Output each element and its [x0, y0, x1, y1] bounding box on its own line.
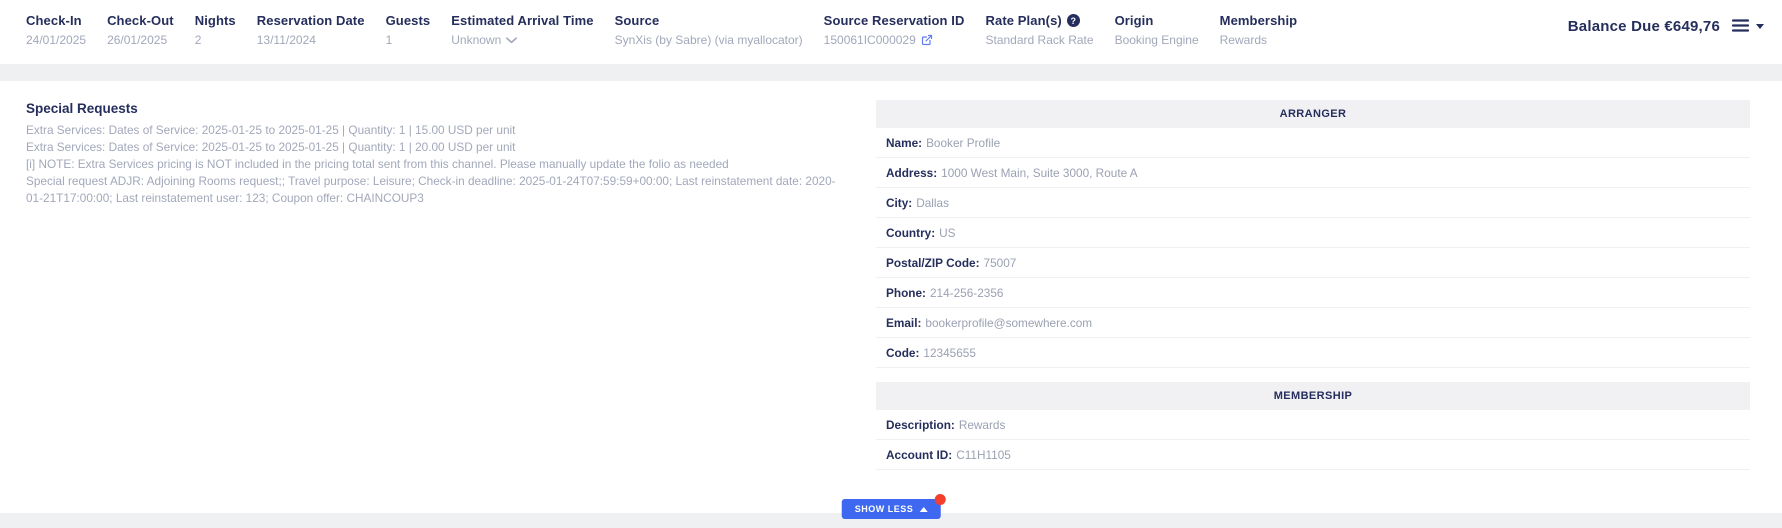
balance-due: Balance Due €649,76	[1568, 18, 1720, 35]
field-value: SynXis (by Sabre) (via myallocator)	[615, 33, 803, 47]
special-requests-section: Special Requests Extra Services: Dates o…	[0, 81, 876, 207]
row-value: 214-256-2356	[930, 286, 1003, 300]
reservation-summary-bar: Check-In 24/01/2025 Check-Out 26/01/2025…	[0, 0, 1782, 64]
reservation-detail-page: Check-In 24/01/2025 Check-Out 26/01/2025…	[0, 0, 1782, 528]
arranger-row-code: Code: 12345655	[876, 338, 1750, 368]
row-label: Account ID:	[886, 448, 952, 462]
summary-fields: Check-In 24/01/2025 Check-Out 26/01/2025…	[26, 13, 1297, 47]
field-source-reservation-id: Source Reservation ID 150061IC000029	[824, 13, 965, 47]
field-value: 2	[195, 33, 236, 47]
arranger-panel: ARRANGER Name: Booker Profile Address: 1…	[876, 100, 1750, 368]
field-label: Check-In	[26, 13, 86, 28]
arranger-row-postal-zip: Postal/ZIP Code: 75007	[876, 248, 1750, 278]
arranger-row-address: Address: 1000 West Main, Suite 3000, Rou…	[876, 158, 1750, 188]
membership-row-description: Description: Rewards	[876, 410, 1750, 440]
special-requests-title: Special Requests	[26, 101, 836, 116]
row-value: Booker Profile	[926, 136, 1000, 150]
field-label: Membership	[1220, 13, 1298, 28]
field-reservation-date: Reservation Date 13/11/2024	[257, 13, 365, 47]
actions-menu-button[interactable]	[1732, 19, 1764, 35]
arranger-row-city: City: Dallas	[876, 188, 1750, 218]
arranger-row-phone: Phone: 214-256-2356	[876, 278, 1750, 308]
field-label: Rate Plan(s) ?	[986, 13, 1094, 28]
row-label: City:	[886, 196, 912, 210]
chevron-down-icon	[506, 33, 517, 47]
field-value: 1	[386, 33, 431, 47]
row-label: Email:	[886, 316, 921, 330]
rate-plans-label: Rate Plan(s)	[986, 13, 1062, 28]
field-check-out: Check-Out 26/01/2025	[107, 13, 174, 47]
field-value: Booking Engine	[1115, 33, 1199, 47]
source-reservation-id-value: 150061IC000029	[824, 33, 916, 47]
row-value: 75007	[984, 256, 1017, 270]
field-value: Standard Rack Rate	[986, 33, 1094, 47]
row-value: US	[939, 226, 955, 240]
arrival-time-value: Unknown	[451, 33, 501, 47]
row-value: Rewards	[959, 418, 1006, 432]
field-value: 13/11/2024	[257, 33, 365, 47]
membership-row-account-id: Account ID: C11H1105	[876, 440, 1750, 470]
field-label: Reservation Date	[257, 13, 365, 28]
field-source: Source SynXis (by Sabre) (via myallocato…	[615, 13, 803, 47]
arranger-row-email: Email: bookerprofile@somewhere.com	[876, 308, 1750, 338]
row-value: 12345655	[923, 346, 976, 360]
field-value: 24/01/2025	[26, 33, 86, 47]
arranger-row-name: Name: Booker Profile	[876, 128, 1750, 158]
triangle-up-icon	[919, 507, 927, 512]
details-panels: ARRANGER Name: Booker Profile Address: 1…	[876, 81, 1750, 470]
field-label: Estimated Arrival Time	[451, 13, 593, 28]
special-request-line: Extra Services: Dates of Service: 2025-0…	[26, 139, 836, 156]
field-guests: Guests 1	[386, 13, 431, 47]
show-less-label: SHOW LESS	[855, 504, 914, 514]
special-request-line: [i] NOTE: Extra Services pricing is NOT …	[26, 156, 836, 173]
hamburger-menu-icon	[1732, 19, 1749, 35]
field-label: Origin	[1115, 13, 1199, 28]
arranger-panel-title: ARRANGER	[876, 100, 1750, 128]
field-label: Nights	[195, 13, 236, 28]
row-value: C11H1105	[956, 448, 1011, 462]
field-membership: Membership Rewards	[1220, 13, 1298, 47]
field-label: Source Reservation ID	[824, 13, 965, 28]
help-icon[interactable]: ?	[1067, 14, 1080, 27]
arranger-row-country: Country: US	[876, 218, 1750, 248]
field-value: Rewards	[1220, 33, 1298, 47]
membership-panel-title: MEMBERSHIP	[876, 382, 1750, 410]
field-origin: Origin Booking Engine	[1115, 13, 1199, 47]
row-label: Code:	[886, 346, 919, 360]
row-value: bookerprofile@somewhere.com	[925, 316, 1092, 330]
external-link-icon[interactable]	[921, 34, 933, 46]
balance-area: Balance Due €649,76	[1568, 13, 1768, 35]
field-value: 26/01/2025	[107, 33, 174, 47]
field-check-in: Check-In 24/01/2025	[26, 13, 86, 47]
field-estimated-arrival-time: Estimated Arrival Time Unknown	[451, 13, 593, 47]
field-label: Check-Out	[107, 13, 174, 28]
caret-down-icon	[1756, 24, 1764, 29]
row-label: Address:	[886, 166, 937, 180]
row-value: Dallas	[916, 196, 949, 210]
row-label: Postal/ZIP Code:	[886, 256, 980, 270]
row-label: Country:	[886, 226, 935, 240]
field-label: Source	[615, 13, 803, 28]
row-label: Description:	[886, 418, 955, 432]
divider-band	[0, 64, 1782, 81]
notification-dot	[934, 494, 945, 505]
row-label: Phone:	[886, 286, 926, 300]
membership-panel: MEMBERSHIP Description: Rewards Account …	[876, 382, 1750, 470]
row-label: Name:	[886, 136, 922, 150]
main-content: Special Requests Extra Services: Dates o…	[0, 81, 1782, 513]
special-request-line: Extra Services: Dates of Service: 2025-0…	[26, 122, 836, 139]
show-less-button[interactable]: SHOW LESS	[842, 499, 941, 519]
arrival-time-dropdown[interactable]: Unknown	[451, 33, 593, 47]
special-request-line: Special request ADJR: Adjoining Rooms re…	[26, 173, 836, 207]
field-rate-plans: Rate Plan(s) ? Standard Rack Rate	[986, 13, 1094, 47]
row-value: 1000 West Main, Suite 3000, Route A	[941, 166, 1138, 180]
field-nights: Nights 2	[195, 13, 236, 47]
field-label: Guests	[386, 13, 431, 28]
source-reservation-link[interactable]: 150061IC000029	[824, 33, 965, 47]
